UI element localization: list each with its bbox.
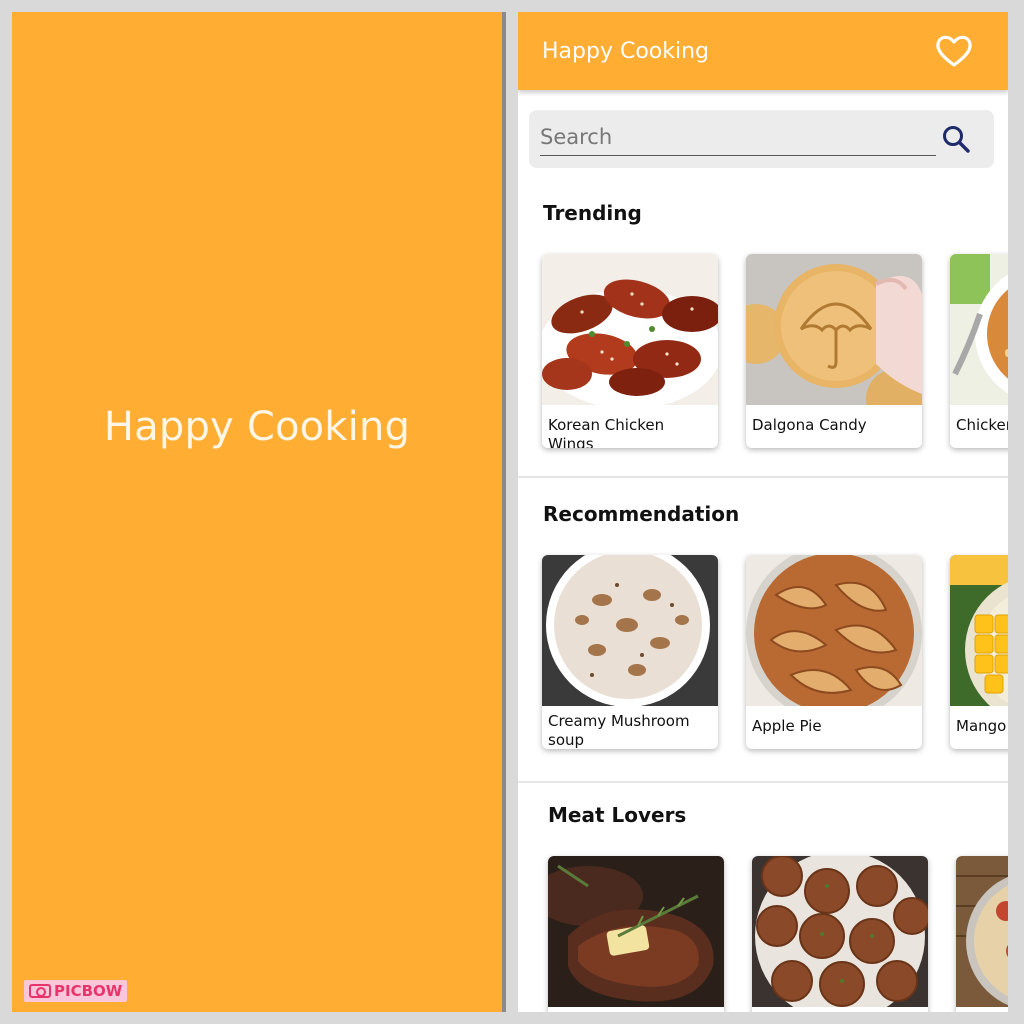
search-bar — [529, 110, 994, 168]
section-title-recommendation: Recommendation — [543, 502, 740, 526]
recipe-image — [542, 254, 718, 405]
recipe-card[interactable] — [752, 856, 928, 1012]
search-icon[interactable] — [940, 123, 972, 155]
section-divider — [518, 781, 1008, 783]
recipe-label: Chicken — [956, 416, 1008, 434]
recipe-label: Mango — [956, 717, 1007, 735]
trending-row: Korean Chicken Wings Dalgona Candy Chick… — [542, 254, 1008, 448]
recipe-card[interactable]: Mango — [950, 555, 1008, 749]
recipe-image — [752, 856, 928, 1007]
recipe-label: Dalgona Candy — [752, 416, 867, 434]
recipe-card[interactable]: Apple Pie — [746, 555, 922, 749]
camera-icon — [29, 984, 51, 998]
section-divider — [518, 476, 1008, 478]
watermark-text: PICBOW — [54, 982, 123, 1000]
section-title-meat-lovers: Meat Lovers — [548, 803, 687, 827]
search-input[interactable] — [540, 118, 936, 156]
screen-divider — [502, 12, 506, 1012]
recipe-card[interactable] — [548, 856, 724, 1012]
recipe-image — [548, 856, 724, 1007]
recipe-image — [746, 254, 922, 405]
recipe-label — [956, 1007, 1008, 1012]
meat-lovers-row — [548, 856, 1008, 1012]
splash-screen: Happy Cooking PICBOW — [12, 12, 502, 1012]
recipe-label — [752, 1007, 928, 1012]
recipe-label: Apple Pie — [752, 717, 822, 735]
recipe-image — [950, 254, 1008, 405]
recipe-image — [542, 555, 718, 706]
recipe-label: Creamy Mushroom soup — [548, 712, 690, 749]
watermark-badge: PICBOW — [24, 980, 128, 1002]
recipe-image — [950, 555, 1008, 706]
recipe-card[interactable]: Chicken — [950, 254, 1008, 448]
heart-outline-icon[interactable] — [934, 31, 974, 71]
recipe-card[interactable]: Creamy Mushroom soup — [542, 555, 718, 749]
recipe-card[interactable]: Korean Chicken Wings — [542, 254, 718, 448]
home-screen: Happy Cooking Trending — [518, 12, 1008, 1012]
app-title: Happy Cooking — [542, 38, 710, 64]
recipe-image — [746, 555, 922, 706]
recipe-label: Korean Chicken Wings — [548, 416, 665, 448]
recipe-image — [956, 856, 1008, 1007]
splash-title: Happy Cooking — [103, 404, 411, 450]
recipe-label — [548, 1007, 724, 1012]
recipe-card[interactable] — [956, 856, 1008, 1012]
section-title-trending: Trending — [543, 201, 642, 225]
recommendation-row: Creamy Mushroom soup Apple Pie Mango — [542, 555, 1008, 749]
app-bar: Happy Cooking — [518, 12, 1008, 90]
recipe-card[interactable]: Dalgona Candy — [746, 254, 922, 448]
